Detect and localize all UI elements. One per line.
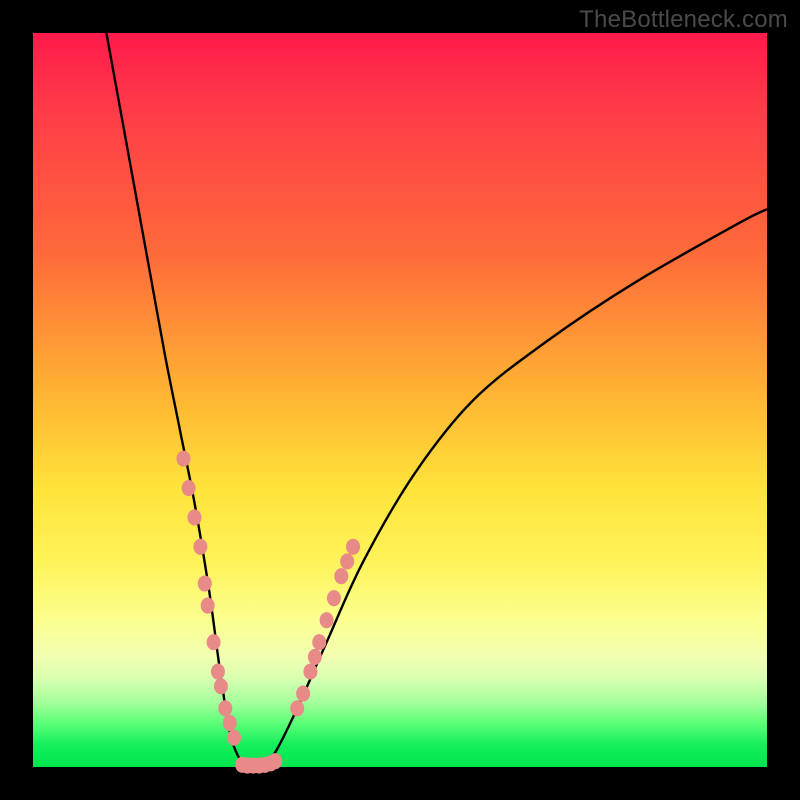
- data-marker: [176, 451, 190, 467]
- bottleneck-curve: [106, 33, 767, 770]
- data-marker: [218, 700, 232, 716]
- chart-frame: TheBottleneck.com: [0, 0, 800, 800]
- data-marker: [198, 575, 212, 591]
- marker-group-bottom: [235, 753, 282, 774]
- marker-group-right: [290, 539, 360, 717]
- data-marker: [214, 678, 228, 694]
- data-marker: [211, 664, 225, 680]
- plot-area: [33, 33, 767, 767]
- watermark-text: TheBottleneck.com: [579, 6, 788, 34]
- data-marker: [193, 539, 207, 555]
- data-marker: [340, 553, 354, 569]
- data-marker: [327, 590, 341, 606]
- chart-svg: [33, 33, 767, 767]
- data-marker: [187, 509, 201, 525]
- data-marker: [207, 634, 221, 650]
- data-marker: [346, 539, 360, 555]
- data-marker: [223, 715, 237, 731]
- data-marker: [308, 649, 322, 665]
- data-marker: [296, 686, 310, 702]
- data-marker: [268, 753, 282, 769]
- data-marker: [201, 597, 215, 613]
- data-marker: [182, 480, 196, 496]
- data-marker: [320, 612, 334, 628]
- data-marker: [290, 700, 304, 716]
- data-marker: [312, 634, 326, 650]
- data-marker: [227, 730, 241, 746]
- data-marker: [334, 568, 348, 584]
- data-marker: [303, 664, 317, 680]
- marker-group-left: [176, 451, 241, 746]
